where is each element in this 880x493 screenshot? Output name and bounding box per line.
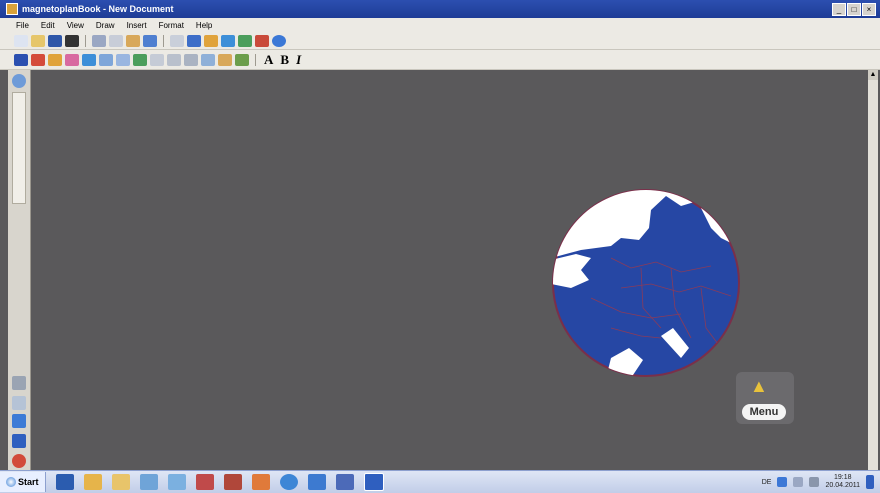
image-icon[interactable]: [187, 34, 201, 47]
menu-button-label: Menu: [742, 404, 786, 420]
next-page-icon[interactable]: [12, 414, 26, 428]
start-button[interactable]: Start: [0, 472, 46, 492]
internet-explorer-icon[interactable]: [279, 474, 298, 490]
chart-icon[interactable]: [139, 474, 158, 490]
menu-file[interactable]: File: [16, 21, 29, 30]
page-icon[interactable]: [170, 34, 184, 47]
highlighter-icon[interactable]: [48, 53, 62, 66]
zoom-icon[interactable]: [12, 376, 26, 390]
clock-time: 19:18: [833, 474, 852, 481]
line-icon[interactable]: [116, 53, 130, 66]
floating-menu-button[interactable]: ▲ Menu: [736, 372, 794, 424]
menu-insert[interactable]: Insert: [127, 21, 147, 30]
stamp-icon[interactable]: [218, 53, 232, 66]
exit-icon[interactable]: [12, 454, 26, 468]
line-style-icon[interactable]: [82, 53, 96, 66]
shapes-icon[interactable]: [99, 53, 113, 66]
media-icon[interactable]: [251, 474, 270, 490]
scroll-up-icon[interactable]: ▲: [868, 70, 878, 80]
network-tray-icon[interactable]: [793, 477, 804, 487]
gallery-icon[interactable]: [204, 34, 218, 47]
undo-icon[interactable]: [143, 34, 157, 47]
save-icon[interactable]: [48, 34, 62, 47]
paint-icon[interactable]: [195, 474, 214, 490]
toolbar-separator: [85, 34, 86, 47]
briefcase-icon[interactable]: [223, 474, 242, 490]
fill-color-icon[interactable]: [133, 53, 147, 66]
eraser-icon[interactable]: [65, 53, 79, 66]
word-icon[interactable]: [55, 474, 74, 490]
left-tool-strip: [8, 70, 31, 470]
open-folder-icon[interactable]: [31, 34, 45, 47]
print-icon[interactable]: [65, 34, 79, 47]
new-document-icon[interactable]: [14, 34, 28, 47]
color-picker-icon[interactable]: [235, 53, 249, 66]
vertical-scrollbar[interactable]: ▲: [868, 70, 878, 470]
window-title: magnetoplanBook - New Document: [22, 4, 174, 14]
menu-format[interactable]: Format: [159, 21, 184, 30]
clock[interactable]: 19:18 20.04.2011: [825, 474, 860, 490]
menu-view[interactable]: View: [67, 21, 84, 30]
table-icon[interactable]: [150, 53, 164, 66]
select-arrow-icon[interactable]: [14, 53, 28, 66]
screen-capture-icon[interactable]: [201, 53, 215, 66]
italic-icon[interactable]: I: [294, 52, 303, 68]
language-indicator[interactable]: DE: [762, 479, 772, 486]
grid-icon[interactable]: [238, 34, 252, 47]
document-icon[interactable]: [167, 474, 186, 490]
page-navigator-icon[interactable]: [12, 74, 26, 88]
volume-icon[interactable]: [809, 477, 820, 487]
system-tray: DE 19:18 20.04.2011: [762, 471, 880, 493]
left-strip-scroll-thumb[interactable]: [12, 92, 26, 204]
explorer-icon[interactable]: [111, 474, 130, 490]
menu-edit[interactable]: Edit: [41, 21, 55, 30]
bold-icon[interactable]: B: [278, 52, 291, 68]
maximize-button[interactable]: □: [847, 2, 861, 16]
window-title-bar: magnetoplanBook - New Document _ □ ×: [0, 0, 880, 18]
magnetoplan-app-icon[interactable]: [363, 473, 384, 491]
text-box-icon[interactable]: [184, 53, 198, 66]
menu-draw[interactable]: Draw: [96, 21, 115, 30]
standard-toolbar: [0, 32, 880, 50]
window-controls: _ □ ×: [832, 2, 876, 16]
europe-globe-image: [552, 189, 740, 377]
pen-icon[interactable]: [31, 53, 45, 66]
menu-bar: File Edit View Draw Insert Format Help: [0, 18, 880, 32]
show-desktop-button[interactable]: [866, 475, 874, 489]
help-icon[interactable]: [272, 34, 286, 47]
copy-icon[interactable]: [109, 34, 123, 47]
close-button[interactable]: ×: [862, 2, 876, 16]
network-icon[interactable]: [335, 474, 354, 490]
record-icon[interactable]: [255, 34, 269, 47]
paste-icon[interactable]: [126, 34, 140, 47]
tray-app-icon[interactable]: [777, 477, 788, 487]
pen-app-icon[interactable]: [307, 474, 326, 490]
menu-help[interactable]: Help: [196, 21, 212, 30]
minimize-button[interactable]: _: [832, 2, 846, 16]
toolbar-separator: [255, 53, 256, 66]
start-label: Start: [18, 477, 39, 487]
shape-icon[interactable]: [221, 34, 235, 47]
spotlight-icon: ▲: [750, 376, 768, 396]
previous-page-icon[interactable]: [12, 396, 26, 410]
font-icon[interactable]: A: [262, 52, 275, 68]
toolbar-separator: [163, 34, 164, 47]
app-icon: [6, 3, 18, 15]
drawing-toolbar: A B I: [0, 50, 880, 70]
windows-logo-icon: [6, 477, 16, 487]
grid-view-icon[interactable]: [12, 434, 26, 448]
windows-taskbar: Start DE 19:18 20.04.2011: [0, 470, 880, 493]
rectangle-icon[interactable]: [167, 53, 181, 66]
cut-icon[interactable]: [92, 34, 106, 47]
clock-date: 20.04.2011: [825, 482, 860, 489]
folder-icon[interactable]: [83, 474, 102, 490]
